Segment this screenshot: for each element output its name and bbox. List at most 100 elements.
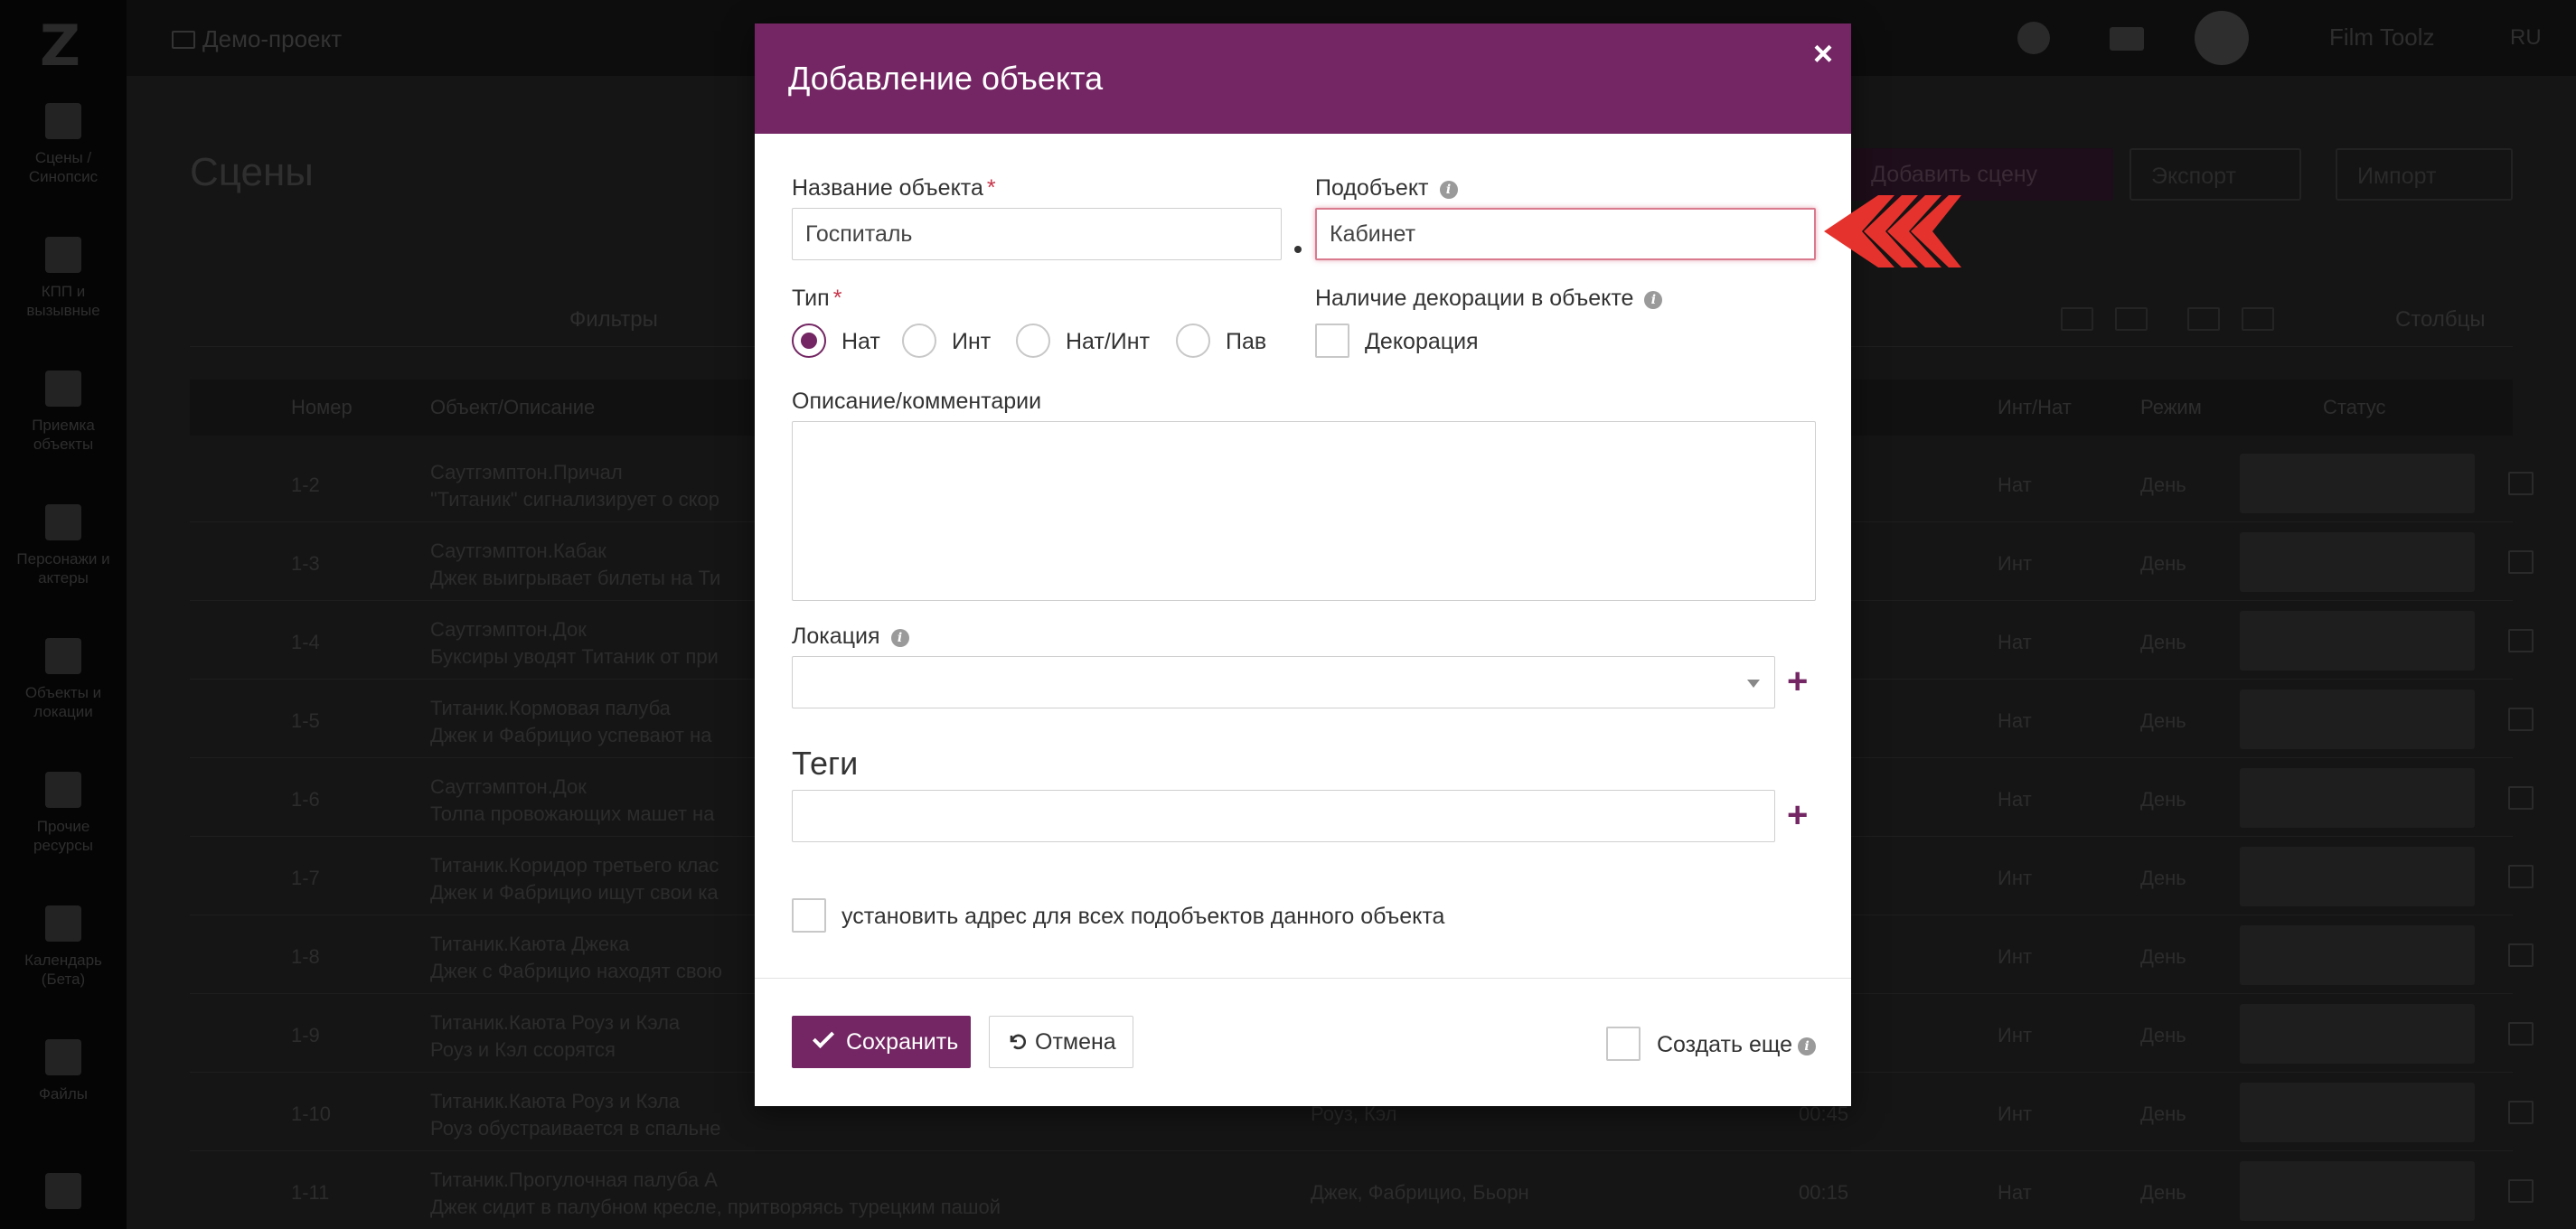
add-scene-label: Добавить сцену	[1871, 162, 2038, 187]
add-scene-button[interactable]: Добавить сцену	[1851, 148, 2113, 201]
view-toggle-icon[interactable]	[2115, 307, 2148, 331]
tags-input[interactable]	[792, 790, 1775, 842]
edit-icon[interactable]	[2508, 472, 2534, 495]
sidebar-item-characters[interactable]: Персонажи и актеры	[0, 504, 127, 587]
row-mode: День	[2140, 867, 2186, 889]
row-object[interactable]: Титаник.Прогулочная палуба А Джек сидит в…	[430, 1167, 1001, 1221]
info-icon[interactable]: i	[1644, 291, 1663, 309]
add-location-plus-icon[interactable]: +	[1787, 663, 1808, 699]
info-icon[interactable]: i	[1798, 1037, 1817, 1055]
row-object[interactable]: Саутгэмптон.Кабак Джек выигрывает билеты …	[430, 538, 720, 592]
sidebar-item-label: Прочие	[36, 818, 90, 835]
status-badge[interactable]	[2240, 611, 2475, 671]
sidebar-item-kpp[interactable]: КПП и вызывные	[0, 237, 127, 320]
user-name[interactable]: Film Toolz	[2329, 23, 2435, 52]
row-object[interactable]: Титаник.Каюта Джека Джек с Фабрицио наход…	[430, 931, 722, 985]
row-object[interactable]: Титаник.Кормовая палуба Джек и Фабрицио у…	[430, 695, 711, 749]
sidebar-item-label: Сцены /	[34, 149, 92, 166]
row-object[interactable]: Саутгэмптон.Док Буксиры уводят Титаник от…	[430, 616, 719, 671]
sidebar-item-objects[interactable]: Объекты и локации	[0, 638, 127, 721]
th-number[interactable]: Номер	[291, 396, 353, 419]
save-button[interactable]: Сохранить	[792, 1016, 971, 1068]
status-badge[interactable]	[2240, 768, 2475, 828]
location-select[interactable]	[792, 656, 1775, 708]
edit-icon[interactable]	[2508, 708, 2534, 731]
type-radio-int[interactable]	[902, 324, 936, 358]
address-all-label: установить адрес для всех подобъектов да…	[841, 904, 1445, 929]
avatar[interactable]	[2195, 11, 2249, 65]
subobject-input[interactable]: Кабинет	[1315, 208, 1816, 260]
export-button[interactable]: Экспорт	[2129, 148, 2301, 201]
status-badge[interactable]	[2240, 690, 2475, 749]
edit-icon[interactable]	[2508, 550, 2534, 574]
row-object[interactable]: Титаник.Каюта Роуз и Кэла Роуз и Кэл ссор…	[430, 1009, 680, 1064]
sidebar-item-scenes[interactable]: Сцены / Синопсис	[0, 103, 127, 186]
th-intnat[interactable]: Инт/Нат	[1998, 396, 2072, 419]
row-int-nat: Инт	[1998, 1024, 2033, 1046]
object-name-input[interactable]: Госпиталь	[792, 208, 1282, 260]
dialog-title: Добавление объекта	[788, 60, 1104, 97]
sidebar-item-resources[interactable]: Прочие ресурсы	[0, 772, 127, 855]
type-label-text: Тип	[792, 286, 830, 311]
description-label: Описание/комментарии	[792, 389, 1042, 414]
table-row[interactable]: 1-11 Титаник.Прогулочная палуба А Джек сид…	[190, 1152, 2534, 1229]
description-textarea[interactable]	[792, 421, 1816, 601]
edit-icon[interactable]	[2508, 943, 2534, 967]
cancel-button[interactable]: Отмена	[989, 1016, 1133, 1068]
add-tag-plus-icon[interactable]: +	[1787, 797, 1808, 833]
close-icon[interactable]: ×	[1803, 34, 1843, 74]
sidebar-item-reports[interactable]	[0, 1173, 127, 1218]
row-mode: День	[2140, 474, 2186, 496]
type-radio-nat-int[interactable]	[1016, 324, 1050, 358]
type-radio-pav[interactable]	[1176, 324, 1210, 358]
status-badge[interactable]	[2240, 847, 2475, 906]
edit-icon[interactable]	[2508, 786, 2534, 810]
status-badge[interactable]	[2240, 1004, 2475, 1064]
sidebar-item-accept[interactable]: Приемка объекты	[0, 371, 127, 454]
row-object[interactable]: Титаник.Коридор третьего клас Джек и Фабр…	[430, 852, 719, 906]
decor-checkbox[interactable]	[1315, 324, 1349, 358]
view-toggle-icon[interactable]	[2061, 307, 2093, 331]
edit-icon[interactable]	[2508, 629, 2534, 652]
row-number: 1-9	[291, 1024, 320, 1046]
info-icon[interactable]: i	[890, 629, 909, 647]
view-toggle-icon[interactable]	[2242, 307, 2274, 331]
project-label: Демо-проект	[202, 25, 343, 52]
status-badge[interactable]	[2240, 532, 2475, 592]
columns-button[interactable]: Столбцы	[2395, 307, 2486, 333]
create-more-label: Создать еще i	[1657, 1032, 1817, 1058]
help-icon[interactable]	[2017, 22, 2050, 54]
create-more-checkbox[interactable]	[1606, 1027, 1641, 1061]
status-badge[interactable]	[2240, 1083, 2475, 1142]
edit-icon[interactable]	[2508, 1179, 2534, 1203]
envelope-icon[interactable]	[2110, 27, 2144, 51]
project-name[interactable]: Демо-проект	[172, 25, 342, 53]
th-object[interactable]: Объект/Описание	[430, 396, 595, 419]
import-label: Импорт	[2357, 164, 2437, 189]
th-status[interactable]: Статус	[2323, 396, 2386, 419]
language-switch[interactable]: RU	[2510, 25, 2542, 51]
sidebar-item-files[interactable]: Файлы	[0, 1039, 127, 1103]
row-object[interactable]: Титаник.Каюта Роуз и Кэла Роуз обустраива…	[430, 1088, 721, 1142]
row-object[interactable]: Саутгэмптон.Причал "Титаник" сигнализируе…	[430, 459, 719, 513]
status-badge[interactable]	[2240, 454, 2475, 513]
status-badge[interactable]	[2240, 1161, 2475, 1221]
edit-icon[interactable]	[2508, 1101, 2534, 1124]
row-description: Джек выигрывает билеты на Ти	[430, 567, 721, 589]
edit-icon[interactable]	[2508, 865, 2534, 888]
row-object[interactable]: Саутгэмптон.Док Толпа провожающих машет н…	[430, 774, 714, 828]
import-button[interactable]: Импорт	[2336, 148, 2513, 201]
row-mode: День	[2140, 1102, 2186, 1125]
address-all-checkbox[interactable]	[792, 898, 826, 933]
filters-button[interactable]: Фильтры	[569, 307, 658, 333]
status-badge[interactable]	[2240, 925, 2475, 985]
edit-icon[interactable]	[2508, 1022, 2534, 1046]
sidebar-item-label: КПП и	[41, 283, 86, 300]
view-toggle-icon[interactable]	[2187, 307, 2220, 331]
row-object-title: Титаник.Каюта Джека	[430, 933, 630, 955]
info-icon[interactable]: i	[1439, 181, 1458, 199]
row-description: Толпа провожающих машет на	[430, 802, 715, 825]
th-mode[interactable]: Режим	[2140, 396, 2202, 419]
type-radio-nat[interactable]	[792, 324, 826, 358]
sidebar-item-calendar[interactable]: Календарь (Бета)	[0, 905, 127, 989]
